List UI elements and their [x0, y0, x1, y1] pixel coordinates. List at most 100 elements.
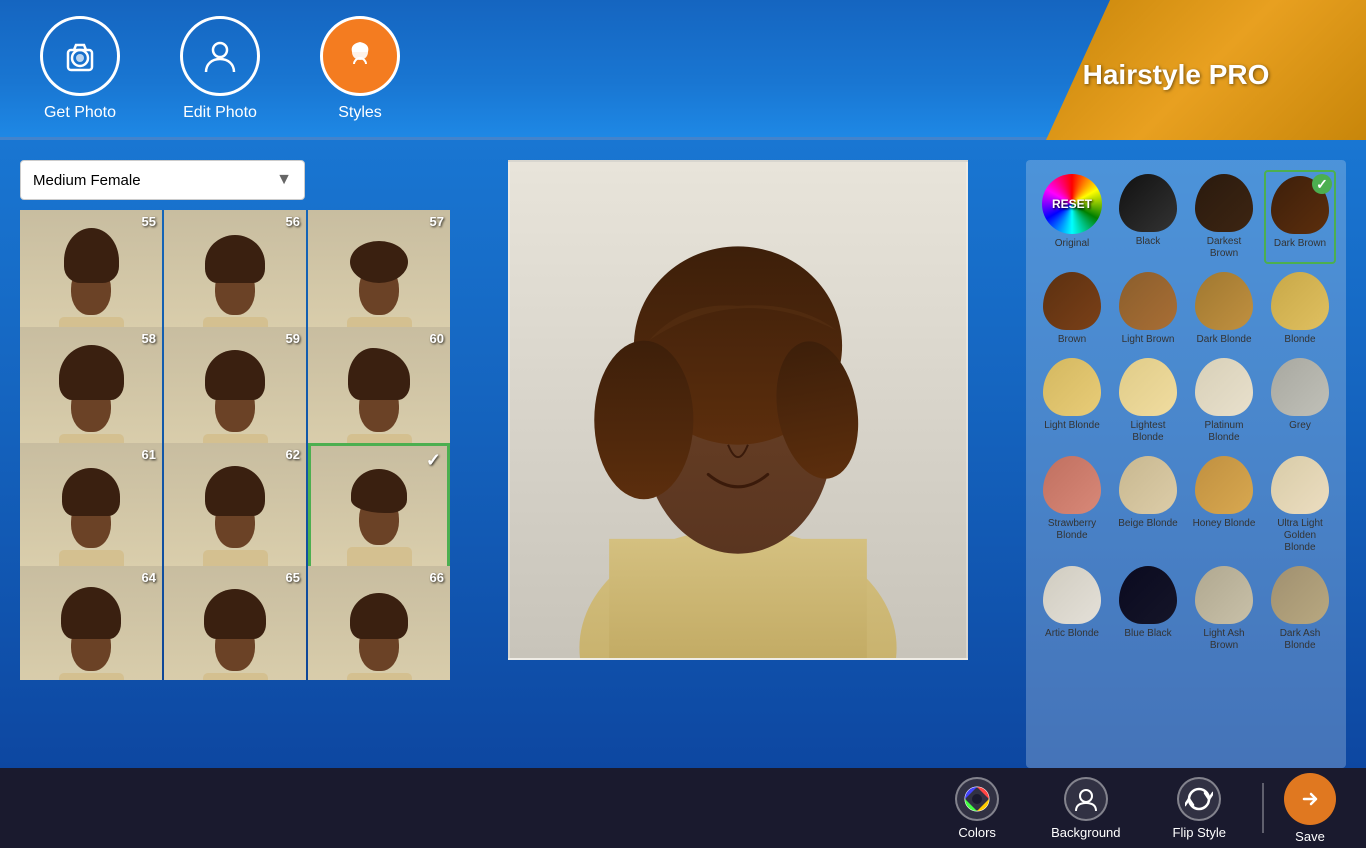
color-darkest-brown-label: Darkest Brown: [1192, 236, 1256, 260]
color-brown[interactable]: Brown: [1036, 268, 1108, 350]
save-button[interactable]: Save: [1284, 773, 1336, 844]
beige-blonde-swatch: [1119, 456, 1177, 514]
color-platinum[interactable]: Platinum Blonde: [1188, 354, 1260, 448]
color-dark-ash-label: Dark Ash Blonde: [1268, 628, 1332, 652]
color-lightest-blonde-label: Lightest Blonde: [1116, 420, 1180, 444]
main-content: Medium Female ▼ 55 56: [0, 140, 1366, 768]
color-strawberry-label: Strawberry Blonde: [1040, 518, 1104, 542]
styles-grid: 55 56 57: [20, 210, 450, 680]
grey-swatch: [1271, 358, 1329, 416]
color-panel: RESET Original Black Darkest Brown Dark …: [1026, 160, 1346, 768]
strawberry-swatch: [1043, 456, 1101, 514]
color-ultra-light-label: Ultra Light Golden Blonde: [1268, 518, 1332, 554]
bottom-toolbar: Colors Background Flip Style: [0, 768, 1366, 848]
color-honey-label: Honey Blonde: [1193, 518, 1256, 530]
platinum-swatch: [1195, 358, 1253, 416]
hair-icon: [340, 36, 380, 76]
style-selector-panel: Medium Female ▼ 55 56: [20, 160, 450, 768]
color-grey-label: Grey: [1289, 420, 1311, 432]
style-item-65[interactable]: 65: [164, 566, 306, 681]
dropdown-value: Medium Female: [33, 172, 141, 189]
color-black[interactable]: Black: [1112, 170, 1184, 264]
color-beige-blonde[interactable]: Beige Blonde: [1112, 452, 1184, 558]
edit-photo-icon-circle: [180, 16, 260, 96]
styles-icon-circle: [320, 16, 400, 96]
edit-photo-label: Edit Photo: [183, 104, 257, 122]
honey-swatch: [1195, 456, 1253, 514]
color-black-label: Black: [1136, 236, 1160, 248]
ultra-light-swatch: [1271, 456, 1329, 514]
light-ash-swatch: [1195, 566, 1253, 624]
color-swatches-grid: RESET Original Black Darkest Brown Dark …: [1036, 170, 1336, 656]
get-photo-icon-circle: [40, 16, 120, 96]
flip-style-icon: [1177, 777, 1221, 821]
get-photo-label: Get Photo: [44, 104, 116, 122]
color-dark-brown-label: Dark Brown: [1274, 238, 1326, 250]
color-light-ash-label: Light Ash Brown: [1192, 628, 1256, 652]
color-ultra-light[interactable]: Ultra Light Golden Blonde: [1264, 452, 1336, 558]
color-light-brown[interactable]: Light Brown: [1112, 268, 1184, 350]
black-swatch: [1119, 174, 1177, 232]
colors-label: Colors: [958, 825, 996, 840]
dark-ash-swatch: [1271, 566, 1329, 624]
artic-blonde-swatch: [1043, 566, 1101, 624]
toolbar-divider: [1262, 783, 1264, 833]
save-icon: [1284, 773, 1336, 825]
preview-image: [508, 160, 968, 660]
style-item-64[interactable]: 64: [20, 566, 162, 681]
reset-swatch: RESET: [1042, 174, 1102, 234]
light-blonde-swatch: [1043, 358, 1101, 416]
app-logo: Hairstyle PRO: [1046, 0, 1366, 140]
blue-black-swatch: [1119, 566, 1177, 624]
style-category-dropdown[interactable]: Medium Female ▼: [20, 160, 305, 200]
color-light-blonde[interactable]: Light Blonde: [1036, 354, 1108, 448]
brown-swatch: [1043, 272, 1101, 330]
checkmark-icon: ✓: [426, 450, 441, 471]
color-artic-blonde-label: Artic Blonde: [1045, 628, 1099, 640]
lightest-blonde-swatch: [1119, 358, 1177, 416]
dark-blonde-swatch: [1195, 272, 1253, 330]
nav-styles[interactable]: Styles: [320, 16, 400, 122]
light-brown-swatch: [1119, 272, 1177, 330]
color-blonde[interactable]: Blonde: [1264, 268, 1336, 350]
color-blue-black[interactable]: Blue Black: [1112, 562, 1184, 656]
color-blue-black-label: Blue Black: [1124, 628, 1171, 640]
color-dark-brown[interactable]: Dark Brown: [1264, 170, 1336, 264]
nav-bar: Get Photo Edit Photo Styles: [40, 16, 400, 122]
background-button[interactable]: Background: [1035, 769, 1136, 848]
color-light-brown-label: Light Brown: [1122, 334, 1175, 346]
colors-icon: [955, 777, 999, 821]
darkest-brown-swatch: [1195, 174, 1253, 232]
color-dark-blonde-label: Dark Blonde: [1196, 334, 1251, 346]
background-label: Background: [1051, 825, 1120, 840]
color-honey[interactable]: Honey Blonde: [1188, 452, 1260, 558]
styles-label: Styles: [338, 104, 382, 122]
color-light-ash[interactable]: Light Ash Brown: [1188, 562, 1260, 656]
color-beige-blonde-label: Beige Blonde: [1118, 518, 1178, 530]
color-artic-blonde[interactable]: Artic Blonde: [1036, 562, 1108, 656]
color-darkest-brown[interactable]: Darkest Brown: [1188, 170, 1260, 264]
nav-get-photo[interactable]: Get Photo: [40, 16, 120, 122]
flip-style-button[interactable]: Flip Style: [1157, 769, 1242, 848]
nav-edit-photo[interactable]: Edit Photo: [180, 16, 260, 122]
color-lightest-blonde[interactable]: Lightest Blonde: [1112, 354, 1184, 448]
background-icon: [1064, 777, 1108, 821]
preview-person-svg: [510, 160, 966, 660]
flip-style-label: Flip Style: [1173, 825, 1226, 840]
save-label: Save: [1295, 829, 1325, 844]
blonde-swatch: [1271, 272, 1329, 330]
color-blonde-label: Blonde: [1284, 334, 1315, 346]
color-original[interactable]: RESET Original: [1036, 170, 1108, 264]
color-dark-blonde[interactable]: Dark Blonde: [1188, 268, 1260, 350]
preview-panel: [465, 160, 1011, 768]
colors-button[interactable]: Colors: [939, 769, 1015, 848]
color-dark-ash[interactable]: Dark Ash Blonde: [1264, 562, 1336, 656]
color-grey[interactable]: Grey: [1264, 354, 1336, 448]
color-light-blonde-label: Light Blonde: [1044, 420, 1100, 432]
app-header: Get Photo Edit Photo Styles: [0, 0, 1366, 140]
color-strawberry[interactable]: Strawberry Blonde: [1036, 452, 1108, 558]
person-icon: [200, 36, 240, 76]
dark-brown-swatch: [1271, 176, 1329, 234]
style-item-66[interactable]: 66: [308, 566, 450, 681]
camera-icon: [60, 36, 100, 76]
